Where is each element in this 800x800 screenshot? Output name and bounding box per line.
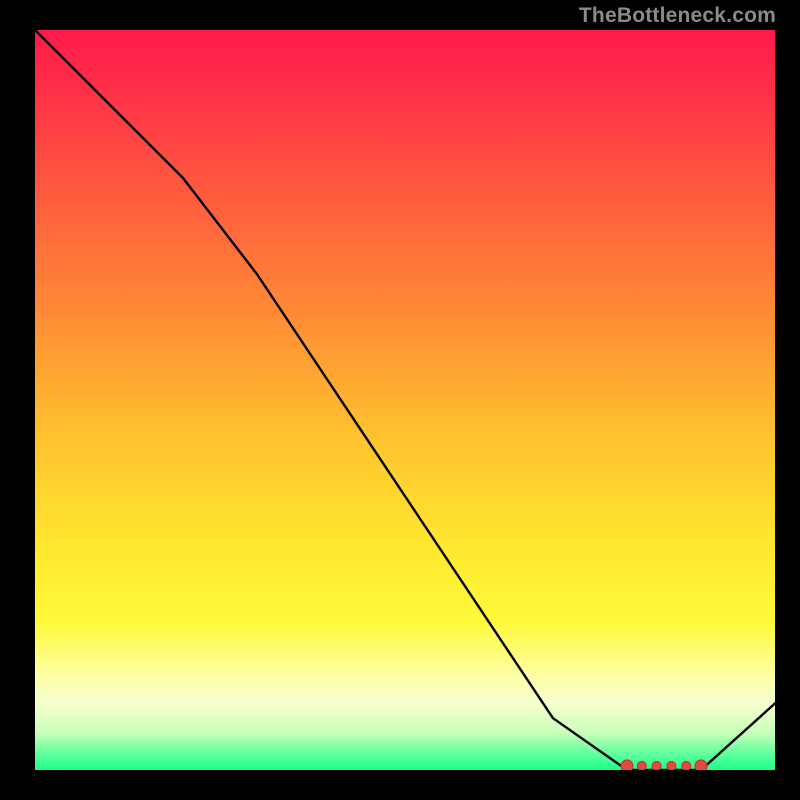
- chart-svg: [35, 30, 775, 770]
- optimal-marker-dot: [682, 762, 691, 771]
- optimal-marker-dot: [652, 762, 661, 771]
- bottleneck-curve-path: [35, 30, 775, 770]
- optimal-marker-dot: [667, 762, 676, 771]
- optimal-marker-dot: [695, 760, 707, 770]
- plot-area: [35, 30, 775, 770]
- optimal-marker-dot: [637, 762, 646, 771]
- optimal-marker-dot: [621, 760, 633, 770]
- chart-frame: TheBottleneck.com: [0, 0, 800, 800]
- attribution-label: TheBottleneck.com: [579, 4, 776, 28]
- optimal-region-markers: [621, 760, 707, 770]
